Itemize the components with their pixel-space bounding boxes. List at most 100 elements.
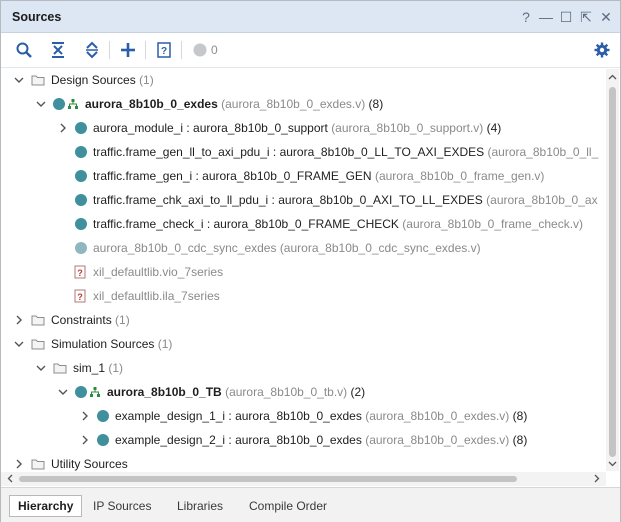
tree-item-label: Constraints xyxy=(51,313,112,327)
chevron-right-icon[interactable] xyxy=(13,458,25,470)
module-icon xyxy=(53,98,65,110)
tab-ip-sources[interactable]: IP Sources xyxy=(85,495,159,517)
tree-item-design-sources[interactable]: Design Sources (1) xyxy=(13,69,154,91)
chevron-right-icon[interactable] xyxy=(79,410,91,422)
tree-item-label: Utility Sources xyxy=(51,457,128,471)
tree-item-label: xil_defaultlib.vio_7series xyxy=(93,265,224,279)
tree-item-constraints[interactable]: Constraints (1) xyxy=(13,309,130,331)
tree-item-cdc-sync[interactable]: aurora_8b10b_0_cdc_sync_exdes (aurora_8b… xyxy=(75,237,481,259)
tab-hierarchy[interactable]: Hierarchy xyxy=(9,495,83,517)
chevron-right-icon[interactable] xyxy=(57,122,69,134)
tree-item-file: (aurora_8b10b_0_exdes.v) xyxy=(221,97,366,111)
tab-libraries[interactable]: Libraries xyxy=(169,495,231,517)
module-icon xyxy=(75,194,87,206)
tree-item-label: Design Sources xyxy=(51,73,136,87)
folder-icon xyxy=(31,457,45,471)
sources-panel: Sources ? — ☐ ⇱ ✕ ? 0 Design Sources (1)… xyxy=(0,0,621,522)
tree-item-count: (1) xyxy=(108,361,124,375)
tree-item-label: aurora_8b10b_0_exdes xyxy=(85,97,218,111)
tree-item-vio[interactable]: ? xil_defaultlib.vio_7series xyxy=(73,261,223,283)
search-icon[interactable] xyxy=(15,41,33,59)
tree-item-file: (aurora_8b10b_0_cdc_sync_exdes.v) xyxy=(279,241,481,255)
help-button[interactable]: ? xyxy=(518,9,534,25)
bottom-tab-bar: Hierarchy IP Sources Libraries Compile O… xyxy=(1,487,620,522)
module-icon xyxy=(75,386,87,398)
add-sources-icon[interactable] xyxy=(119,41,137,59)
tree-item-sim-1[interactable]: sim_1 (1) xyxy=(35,357,123,379)
maximize-button[interactable]: ☐ xyxy=(558,9,574,25)
tree-item-file: (aurora_8b10b_0_ll_ xyxy=(487,145,599,159)
tab-compile-order[interactable]: Compile Order xyxy=(241,495,335,517)
tree-item-label: xil_defaultlib.ila_7series xyxy=(93,289,220,303)
title-bar: Sources ? — ☐ ⇱ ✕ xyxy=(1,1,620,33)
vertical-scrollbar[interactable] xyxy=(606,69,619,471)
folder-icon xyxy=(31,73,45,87)
tree-item-frame-gen-ll[interactable]: traffic.frame_gen_ll_to_axi_pdu_i : auro… xyxy=(75,141,598,163)
properties-icon[interactable]: ? xyxy=(155,41,173,59)
scroll-left-arrow-icon[interactable] xyxy=(6,474,15,483)
tree-item-label: Simulation Sources xyxy=(51,337,155,351)
panel-title: Sources xyxy=(12,10,62,24)
folder-icon xyxy=(31,337,45,351)
source-tree: Design Sources (1) aurora_8b10b_0_exdes … xyxy=(1,69,605,471)
horizontal-scrollbar[interactable] xyxy=(1,472,606,486)
scroll-down-arrow-icon[interactable] xyxy=(608,459,617,468)
tree-item-frame-check-i[interactable]: traffic.frame_check_i : aurora_8b10b_0_F… xyxy=(75,213,583,235)
gear-icon[interactable] xyxy=(593,41,611,59)
close-button[interactable]: ✕ xyxy=(598,9,614,25)
issue-count: 0 xyxy=(211,43,218,57)
tree-item-simulation-sources[interactable]: Simulation Sources (1) xyxy=(13,333,172,355)
expand-all-icon[interactable] xyxy=(83,41,101,59)
tree-item-label: example_design_1_i : aurora_8b10b_0_exde… xyxy=(115,409,362,423)
tree-item-exdes[interactable]: aurora_8b10b_0_exdes (aurora_8b10b_0_exd… xyxy=(35,93,383,115)
tree-item-ila[interactable]: ? xil_defaultlib.ila_7series xyxy=(73,285,220,307)
missing-file-icon: ? xyxy=(73,289,87,303)
tree-item-frame-gen-i[interactable]: traffic.frame_gen_i : aurora_8b10b_0_FRA… xyxy=(75,165,544,187)
svg-text:?: ? xyxy=(77,268,83,278)
tree-item-module-i[interactable]: aurora_module_i : aurora_8b10b_0_support… xyxy=(57,117,501,139)
module-icon xyxy=(75,170,87,182)
vertical-scroll-thumb[interactable] xyxy=(609,87,616,457)
tree-item-label: traffic.frame_gen_ll_to_axi_pdu_i : auro… xyxy=(93,145,485,159)
module-icon xyxy=(75,122,87,134)
tree-item-label: aurora_module_i : aurora_8b10b_0_support xyxy=(93,121,328,135)
tree-item-count: (4) xyxy=(486,121,502,135)
tree-item-count: (8) xyxy=(368,97,384,111)
tree-item-tb[interactable]: aurora_8b10b_0_TB (aurora_8b10b_0_tb.v) … xyxy=(57,381,365,403)
tree-item-frame-chk-axi[interactable]: traffic.frame_chk_axi_to_ll_pdu_i : auro… xyxy=(75,189,598,211)
tree-item-example-design-1[interactable]: example_design_1_i : aurora_8b10b_0_exde… xyxy=(79,405,527,427)
tree-item-label: aurora_8b10b_0_TB xyxy=(107,385,222,399)
tree-item-file: (aurora_8b10b_0_frame_gen.v) xyxy=(374,169,545,183)
tree-item-count: (2) xyxy=(350,385,366,399)
tree-item-label: traffic.frame_check_i : aurora_8b10b_0_F… xyxy=(93,217,399,231)
chevron-right-icon[interactable] xyxy=(13,314,25,326)
chevron-down-icon[interactable] xyxy=(13,338,25,350)
missing-file-icon: ? xyxy=(73,265,87,279)
tree-item-label: example_design_2_i : aurora_8b10b_0_exde… xyxy=(115,433,362,447)
tree-item-example-design-2[interactable]: example_design_2_i : aurora_8b10b_0_exde… xyxy=(79,429,527,451)
tree-item-label: sim_1 xyxy=(73,361,106,375)
tree-item-utility-sources[interactable]: Utility Sources xyxy=(13,453,128,471)
tree-item-file: (aurora_8b10b_0_exdes.v) xyxy=(365,433,510,447)
collapse-all-icon[interactable] xyxy=(49,41,67,59)
tree-item-label: traffic.frame_gen_i : aurora_8b10b_0_FRA… xyxy=(93,169,372,183)
minimize-button[interactable]: — xyxy=(538,9,554,25)
module-icon xyxy=(75,218,87,230)
chevron-down-icon[interactable] xyxy=(57,386,69,398)
tree-item-label: aurora_8b10b_0_cdc_sync_exdes xyxy=(93,241,277,255)
float-button[interactable]: ⇱ xyxy=(578,9,594,25)
chevron-down-icon[interactable] xyxy=(35,362,47,374)
chevron-down-icon[interactable] xyxy=(13,74,25,86)
tree-item-file: (aurora_8b10b_0_support.v) xyxy=(331,121,484,135)
top-hierarchy-icon xyxy=(89,386,101,398)
tree-item-count: (1) xyxy=(139,73,154,87)
chevron-down-icon[interactable] xyxy=(35,98,47,110)
svg-text:?: ? xyxy=(77,292,83,302)
chevron-right-icon[interactable] xyxy=(79,434,91,446)
scroll-up-arrow-icon[interactable] xyxy=(608,73,617,82)
scroll-right-arrow-icon[interactable] xyxy=(592,474,601,483)
tree-item-file: (aurora_8b10b_0_ax xyxy=(486,193,598,207)
horizontal-scroll-thumb[interactable] xyxy=(19,476,517,482)
module-icon xyxy=(75,242,87,254)
folder-icon xyxy=(53,361,67,375)
